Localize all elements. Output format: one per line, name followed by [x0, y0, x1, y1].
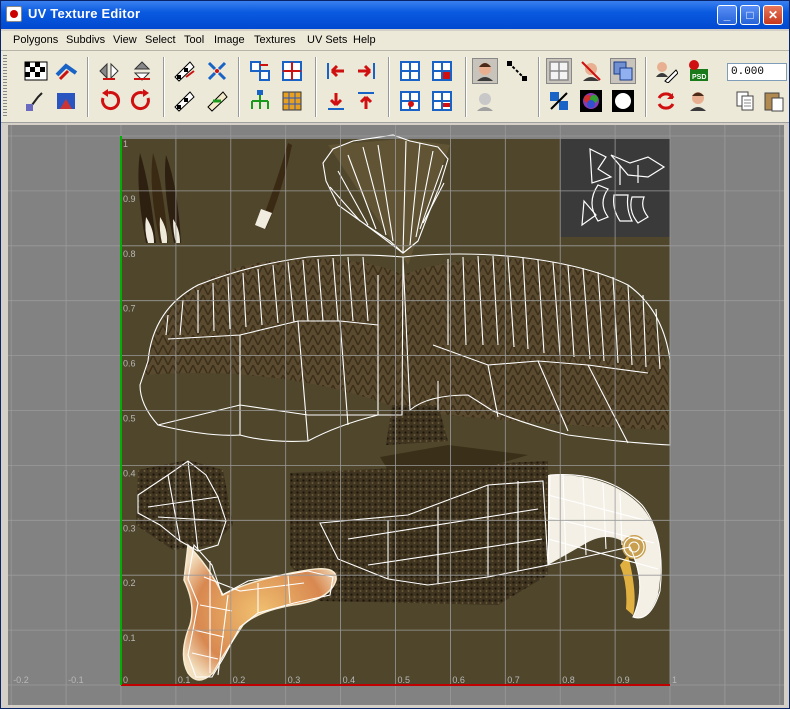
update-psd-icon[interactable]: [653, 88, 679, 114]
pin-uvs-icon[interactable]: [578, 58, 604, 84]
select-toggle-icon[interactable]: [397, 88, 423, 114]
u-tick-label: 0.2: [233, 675, 246, 685]
checker-display-icon[interactable]: [23, 58, 49, 84]
grid-display-icon[interactable]: [546, 58, 572, 84]
move-sew-icon[interactable]: [204, 88, 230, 114]
menu-textures[interactable]: Textures: [254, 34, 296, 46]
sew-uv-edges-icon[interactable]: [171, 88, 197, 114]
v-tick-label: 0.3: [123, 523, 136, 533]
layout-uvs-icon[interactable]: [247, 58, 273, 84]
v-tick-label: 0.6: [123, 359, 136, 369]
paste-uvs-icon[interactable]: [761, 88, 787, 114]
align-top-icon[interactable]: [353, 88, 379, 114]
view-shaded-face-icon[interactable]: [472, 88, 498, 114]
distortion-icon[interactable]: [546, 88, 572, 114]
uv-canvas[interactable]: -0.2 -0.1 0 0.1 0.2 0.3 0.4 0.5 0.6 0.7 0.8 0.9 1 1 0.…: [8, 125, 784, 705]
u-tick-label: -0.1: [68, 675, 84, 685]
v-tick-label: 0.2: [123, 578, 136, 588]
toolbar-separator: [163, 57, 165, 117]
u-tick-label: 0.7: [507, 675, 520, 685]
minimize-button[interactable]: _: [717, 5, 737, 25]
menu-bar: Polygons Subdivs View Select Tool Image …: [1, 31, 789, 51]
display-image-icon[interactable]: [653, 58, 679, 84]
v-tick-label: 1: [123, 139, 128, 149]
v-tick-label: 0.8: [123, 249, 136, 259]
v-tick-label: 0.9: [123, 194, 136, 204]
v-tick-label: 0.4: [123, 468, 136, 478]
cut-uv-edges-icon[interactable]: [171, 58, 197, 84]
u-tick-label: 0: [123, 675, 128, 685]
menu-polygons[interactable]: Polygons: [13, 34, 58, 46]
toolbar-separator: [645, 57, 647, 117]
u-tick-label: 0.5: [398, 675, 411, 685]
toolbar-separator: [388, 57, 390, 117]
texel-density-icon[interactable]: [685, 88, 711, 114]
v-tick-label: 0.1: [123, 633, 136, 643]
alpha-channel-icon[interactable]: [610, 88, 636, 114]
isolate-select-icon[interactable]: [504, 58, 530, 84]
select-add-icon[interactable]: [429, 58, 455, 84]
maximize-button[interactable]: □: [740, 5, 760, 25]
flip-u-icon[interactable]: [96, 58, 122, 84]
u-tick-label: 1: [672, 675, 677, 685]
u-tick-label: 0.6: [452, 675, 465, 685]
align-uvs-icon[interactable]: [247, 88, 273, 114]
rotate-cw-icon[interactable]: [129, 88, 155, 114]
split-uvs-icon[interactable]: [204, 58, 230, 84]
svg-text:PSD: PSD: [692, 74, 706, 81]
menu-view[interactable]: View: [113, 34, 137, 46]
select-subtract-icon[interactable]: [429, 88, 455, 114]
uv-shell-icon[interactable]: [53, 88, 79, 114]
uv-value-field[interactable]: [727, 63, 787, 81]
toolbar-separator: [315, 57, 317, 117]
v-tick-label: 0.7: [123, 304, 136, 314]
uv-texture-editor-window: UV Texture Editor _ □ ✕ Polygons Subdivs…: [0, 0, 790, 709]
v-tick-label: 0.5: [123, 414, 136, 424]
menu-tool[interactable]: Tool: [184, 34, 204, 46]
toolbar-separator: [87, 57, 89, 117]
uv-snapshot-icon[interactable]: [53, 58, 79, 84]
menu-uv-sets[interactable]: UV Sets: [307, 34, 347, 46]
copy-uvs-icon[interactable]: [732, 88, 758, 114]
psd-network-icon[interactable]: PSD: [685, 58, 711, 84]
select-grid-icon[interactable]: [397, 58, 423, 84]
rotate-ccw-icon[interactable]: [96, 88, 122, 114]
u-tick-label: 0.4: [343, 675, 356, 685]
map-uv-border-icon[interactable]: [279, 88, 305, 114]
toolbar-separator: [538, 57, 540, 117]
toolbar-grip[interactable]: [3, 55, 7, 117]
uv-pick-icon[interactable]: [23, 88, 49, 114]
menu-select[interactable]: Select: [145, 34, 176, 46]
window-title: UV Texture Editor: [28, 6, 141, 21]
u-tick-label: 0.1: [178, 675, 191, 685]
shade-uvs-icon[interactable]: [610, 58, 636, 84]
menu-help[interactable]: Help: [353, 34, 376, 46]
menu-subdivs[interactable]: Subdivs: [66, 34, 105, 46]
align-left-icon[interactable]: [323, 58, 349, 84]
u-tick-label: 0.8: [562, 675, 575, 685]
u-tick-label: -0.2: [13, 675, 29, 685]
grid-uvs-icon[interactable]: [279, 58, 305, 84]
maya-app-icon[interactable]: [6, 6, 22, 22]
toolbar-separator: [465, 57, 467, 117]
align-bottom-icon[interactable]: [323, 88, 349, 114]
u-tick-label: 0.3: [288, 675, 301, 685]
menu-image[interactable]: Image: [214, 34, 245, 46]
rgb-channels-icon[interactable]: [578, 88, 604, 114]
toolbar: PSD: [1, 51, 789, 123]
title-bar[interactable]: UV Texture Editor _ □ ✕: [1, 1, 789, 29]
close-button[interactable]: ✕: [763, 5, 783, 25]
toolbar-separator: [238, 57, 240, 117]
align-right-icon[interactable]: [353, 58, 379, 84]
flip-v-icon[interactable]: [129, 58, 155, 84]
view-face-icon[interactable]: [472, 58, 498, 84]
u-tick-label: 0.9: [617, 675, 630, 685]
uv-viewport[interactable]: -0.2 -0.1 0 0.1 0.2 0.3 0.4 0.5 0.6 0.7 0.8 0.9 1 1 0.…: [8, 125, 784, 705]
